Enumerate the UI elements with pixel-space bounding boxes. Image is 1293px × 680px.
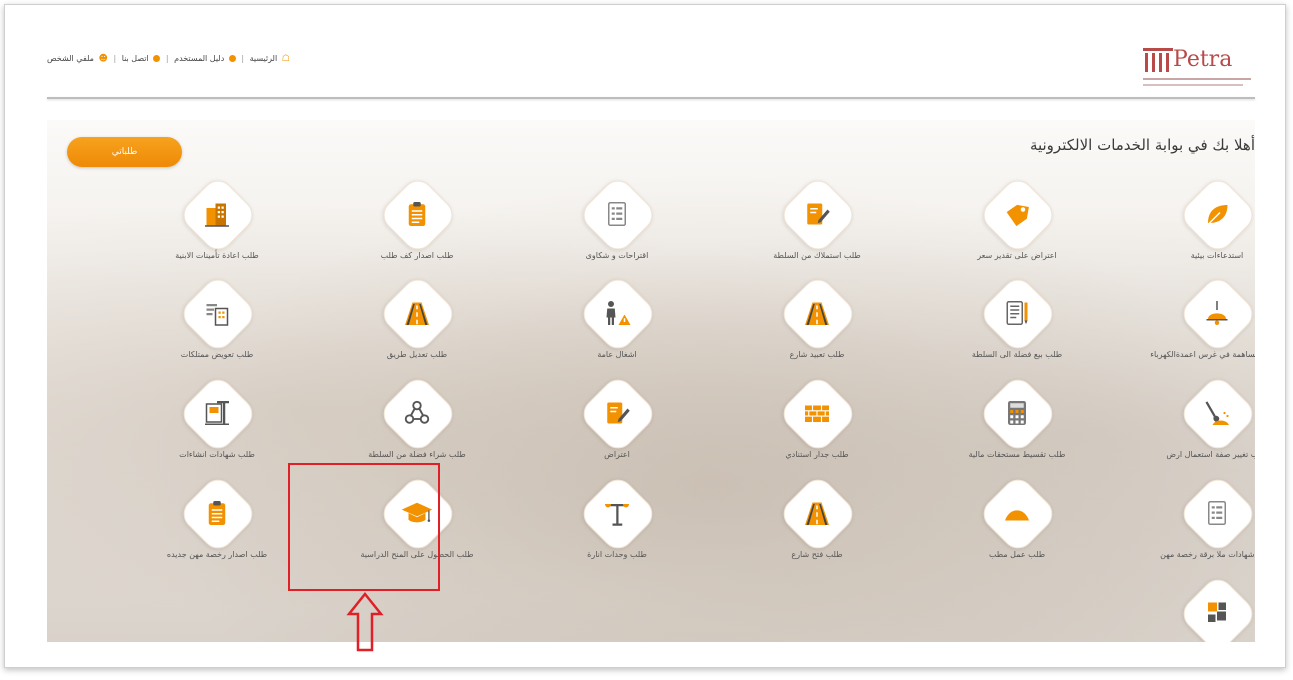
service-tile[interactable]: طلب جدار استنادي bbox=[717, 372, 917, 475]
service-tile[interactable]: اعتراض bbox=[517, 372, 717, 475]
separator: | bbox=[165, 54, 169, 63]
service-label: طلب اعادة تأمينات الابنية bbox=[175, 251, 259, 260]
service-label: اعتراض bbox=[604, 450, 630, 459]
home-link[interactable]: الرئيسية bbox=[250, 54, 278, 63]
up-arrow-icon bbox=[346, 592, 384, 652]
worker-icon bbox=[597, 293, 637, 333]
shovel-icon bbox=[1197, 393, 1237, 433]
document-list-icon bbox=[597, 194, 637, 234]
service-tile[interactable]: طلب تعديل طريق bbox=[317, 272, 517, 375]
service-label: طلب المساهمة في غرس اعمدةالكهرباء bbox=[1150, 350, 1255, 359]
puzzle-icon bbox=[1197, 593, 1237, 633]
service-tile[interactable]: طلب فتح شارع bbox=[717, 472, 917, 575]
calculator-icon bbox=[997, 393, 1037, 433]
profile-link[interactable]: ملفي الشخص bbox=[47, 54, 94, 63]
service-label: طلب وحدات انارة bbox=[587, 550, 647, 559]
service-label: طلب فتح شارع bbox=[791, 550, 843, 559]
contact-link[interactable]: اتصل بنا bbox=[122, 54, 149, 63]
separator: | bbox=[113, 54, 117, 63]
service-tile[interactable]: طلب اصدار رخصة مهن جديده bbox=[117, 472, 317, 575]
service-label: طلب تعويض ممتلكات bbox=[180, 350, 254, 359]
clipboard-icon bbox=[397, 194, 437, 234]
service-tile[interactable]: طلب شهادات انشاءات bbox=[117, 372, 317, 475]
services-panel: أهلا بك في بوابة الخدمات الالكترونية طلب… bbox=[47, 120, 1255, 642]
property-icon bbox=[197, 293, 237, 333]
home-icon: ☖ bbox=[281, 54, 290, 64]
service-tile[interactable]: طلب شهادات ملا برقة رخصة مهن bbox=[1117, 472, 1255, 575]
service-label: اشغال عامة bbox=[597, 350, 637, 359]
service-tile[interactable]: استدعاءات بيئية bbox=[1117, 173, 1255, 276]
welcome-title: أهلا بك في بوابة الخدمات الالكترونية bbox=[1029, 136, 1255, 154]
service-tile[interactable]: طلب تعبيد شارع bbox=[717, 272, 917, 375]
service-tile[interactable]: طلب تقسيط مستحقات مالية bbox=[917, 372, 1117, 475]
info-icon bbox=[228, 55, 236, 62]
form-pen-icon bbox=[997, 293, 1037, 333]
service-label: استدعاءات بيئية bbox=[1190, 251, 1244, 260]
service-tile[interactable]: اعتراض على تقدير سعر bbox=[917, 173, 1117, 276]
service-tile[interactable]: اشغال عامة bbox=[517, 272, 717, 375]
leaf-icon bbox=[1197, 194, 1237, 234]
service-tile[interactable]: طلب اصدار كف طلب bbox=[317, 173, 517, 276]
user-icon: ☻ bbox=[98, 54, 108, 64]
service-tile[interactable] bbox=[1117, 572, 1255, 642]
road-icon bbox=[397, 293, 437, 333]
service-label: طلب شهادات انشاءات bbox=[179, 450, 255, 459]
construction-icon bbox=[197, 393, 237, 433]
service-label: طلب جدار استنادي bbox=[785, 450, 849, 459]
top-links: ☖ الرئيسية | دليل المستخدم | اتصل بنا | … bbox=[47, 54, 290, 64]
service-tile[interactable]: طلب عمل مطب bbox=[917, 472, 1117, 575]
service-tile[interactable]: طلب اعادة تأمينات الابنية bbox=[117, 173, 317, 276]
logo-columns-icon bbox=[1143, 48, 1173, 72]
service-tile[interactable]: طلب المساهمة في غرس اعمدةالكهرباء bbox=[1117, 272, 1255, 375]
service-label: طلب اصدار كف طلب bbox=[380, 251, 454, 260]
service-tile[interactable]: طلب وحدات انارة bbox=[517, 472, 717, 575]
brick-wall-icon bbox=[797, 393, 837, 433]
service-label: اقتراحات و شكاوى bbox=[585, 251, 649, 260]
service-tile[interactable]: طلب تغيير صفة استعمال ارض bbox=[1117, 372, 1255, 475]
logo-text: Petra bbox=[1173, 47, 1233, 72]
service-label: طلب تعديل طريق bbox=[386, 350, 448, 359]
service-label: طلب اصدار رخصة مهن جديده bbox=[166, 550, 268, 559]
road-icon bbox=[797, 293, 837, 333]
lamp-icon bbox=[1197, 293, 1237, 333]
clipboard-icon bbox=[197, 493, 237, 533]
street-light-icon bbox=[597, 493, 637, 533]
highlight-box bbox=[288, 463, 440, 591]
user-guide-link[interactable]: دليل المستخدم bbox=[174, 54, 224, 63]
network-icon bbox=[397, 393, 437, 433]
service-label: طلب عمل مطب bbox=[988, 550, 1046, 559]
edit-document-icon bbox=[797, 194, 837, 234]
service-label: طلب تعبيد شارع bbox=[789, 350, 845, 359]
service-tile[interactable]: طلب بيع فضلة الى السلطة bbox=[917, 272, 1117, 375]
road-icon bbox=[797, 493, 837, 533]
service-label: طلب تقسيط مستحقات مالية bbox=[968, 450, 1066, 459]
buildings-icon bbox=[197, 194, 237, 234]
service-tile[interactable]: اقتراحات و شكاوى bbox=[517, 173, 717, 276]
service-tile[interactable]: طلب استملاك من السلطة bbox=[717, 173, 917, 276]
header-divider bbox=[47, 97, 1255, 99]
edit-document-icon bbox=[597, 393, 637, 433]
logo-tagline bbox=[1143, 78, 1251, 80]
service-tile[interactable]: طلب تعويض ممتلكات bbox=[117, 272, 317, 375]
service-label: طلب شراء فضلة من السلطة bbox=[368, 450, 466, 459]
document-list-icon bbox=[1197, 493, 1237, 533]
info-icon bbox=[153, 55, 161, 62]
separator: | bbox=[241, 54, 245, 63]
service-label: طلب شهادات ملا برقة رخصة مهن bbox=[1160, 550, 1255, 559]
service-label: طلب بيع فضلة الى السلطة bbox=[971, 350, 1063, 359]
speed-bump-icon bbox=[997, 493, 1037, 533]
petra-logo[interactable]: Petra bbox=[1143, 42, 1253, 94]
service-tile[interactable]: طلب شراء فضلة من السلطة bbox=[317, 372, 517, 475]
logo-tagline-2 bbox=[1143, 84, 1243, 86]
service-label: طلب تغيير صفة استعمال ارض bbox=[1166, 450, 1255, 459]
top-bar: ☖ الرئيسية | دليل المستخدم | اتصل بنا | … bbox=[47, 40, 1255, 98]
my-requests-button[interactable]: طلباتي bbox=[67, 137, 182, 167]
price-tag-icon bbox=[997, 194, 1037, 234]
service-label: طلب استملاك من السلطة bbox=[773, 251, 861, 260]
service-label: اعتراض على تقدير سعر bbox=[977, 251, 1057, 260]
